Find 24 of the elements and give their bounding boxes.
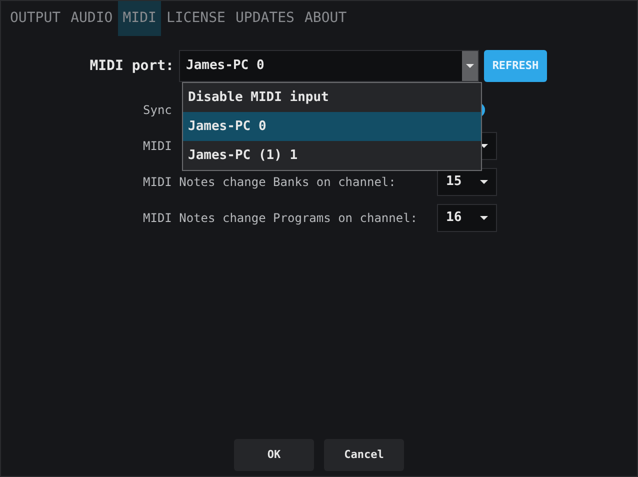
setting-label: MIDI Notes change Programs on channel:: [143, 210, 418, 227]
caret-icon: [480, 180, 488, 184]
tab[interactable]: UPDATES: [230, 1, 300, 36]
tab[interactable]: ABOUT: [299, 1, 352, 36]
tab[interactable]: OUTPUT: [5, 1, 66, 36]
tab[interactable]: LICENSE: [161, 1, 230, 36]
channel-select[interactable]: 15: [437, 168, 497, 196]
setting-label: MIDI Notes change Banks on channel:: [143, 174, 396, 191]
menu-item[interactable]: James-PC (1) 1: [183, 141, 481, 170]
caret-icon: [480, 216, 488, 220]
channel-select[interactable]: 16: [437, 204, 497, 232]
menu-item[interactable]: James-PC 0: [183, 112, 481, 141]
dialog-button[interactable]: OK: [234, 439, 314, 471]
tab[interactable]: AUDIO: [66, 1, 118, 36]
dialog-button[interactable]: Cancel: [324, 439, 404, 471]
dropdown-toggle[interactable]: [462, 51, 478, 81]
setting-label: Sync: [143, 102, 172, 119]
caret-icon: [480, 144, 488, 148]
setting-label: MIDI: [143, 138, 172, 155]
tab[interactable]: MIDI: [118, 1, 162, 36]
menu-item[interactable]: Disable MIDI input: [183, 83, 481, 112]
port-select[interactable]: James-PC 0: [179, 50, 479, 82]
field-label: MIDI port:: [88, 56, 175, 76]
caret-icon: [466, 64, 474, 68]
